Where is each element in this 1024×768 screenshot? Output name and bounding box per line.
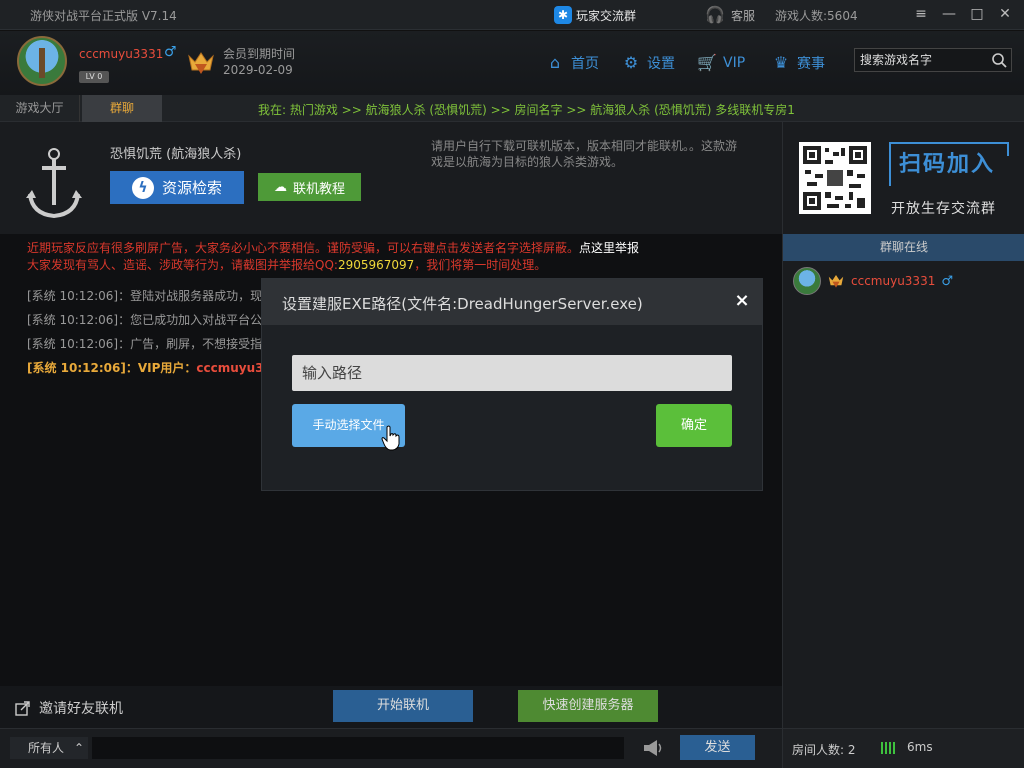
exe-path-dialog: 设置建服EXE路径(文件名:DreadHungerServer.exe) × 手… <box>262 279 762 490</box>
exe-path-input[interactable] <box>292 355 732 391</box>
hand-cursor-icon <box>381 425 400 451</box>
dialog-header: 设置建服EXE路径(文件名:DreadHungerServer.exe) × <box>262 279 762 325</box>
confirm-button[interactable]: 确定 <box>656 404 732 447</box>
dialog-title: 设置建服EXE路径(文件名:DreadHungerServer.exe) <box>282 295 643 313</box>
modal-layer: 设置建服EXE路径(文件名:DreadHungerServer.exe) × 手… <box>0 0 1024 768</box>
close-icon[interactable]: × <box>732 291 752 311</box>
